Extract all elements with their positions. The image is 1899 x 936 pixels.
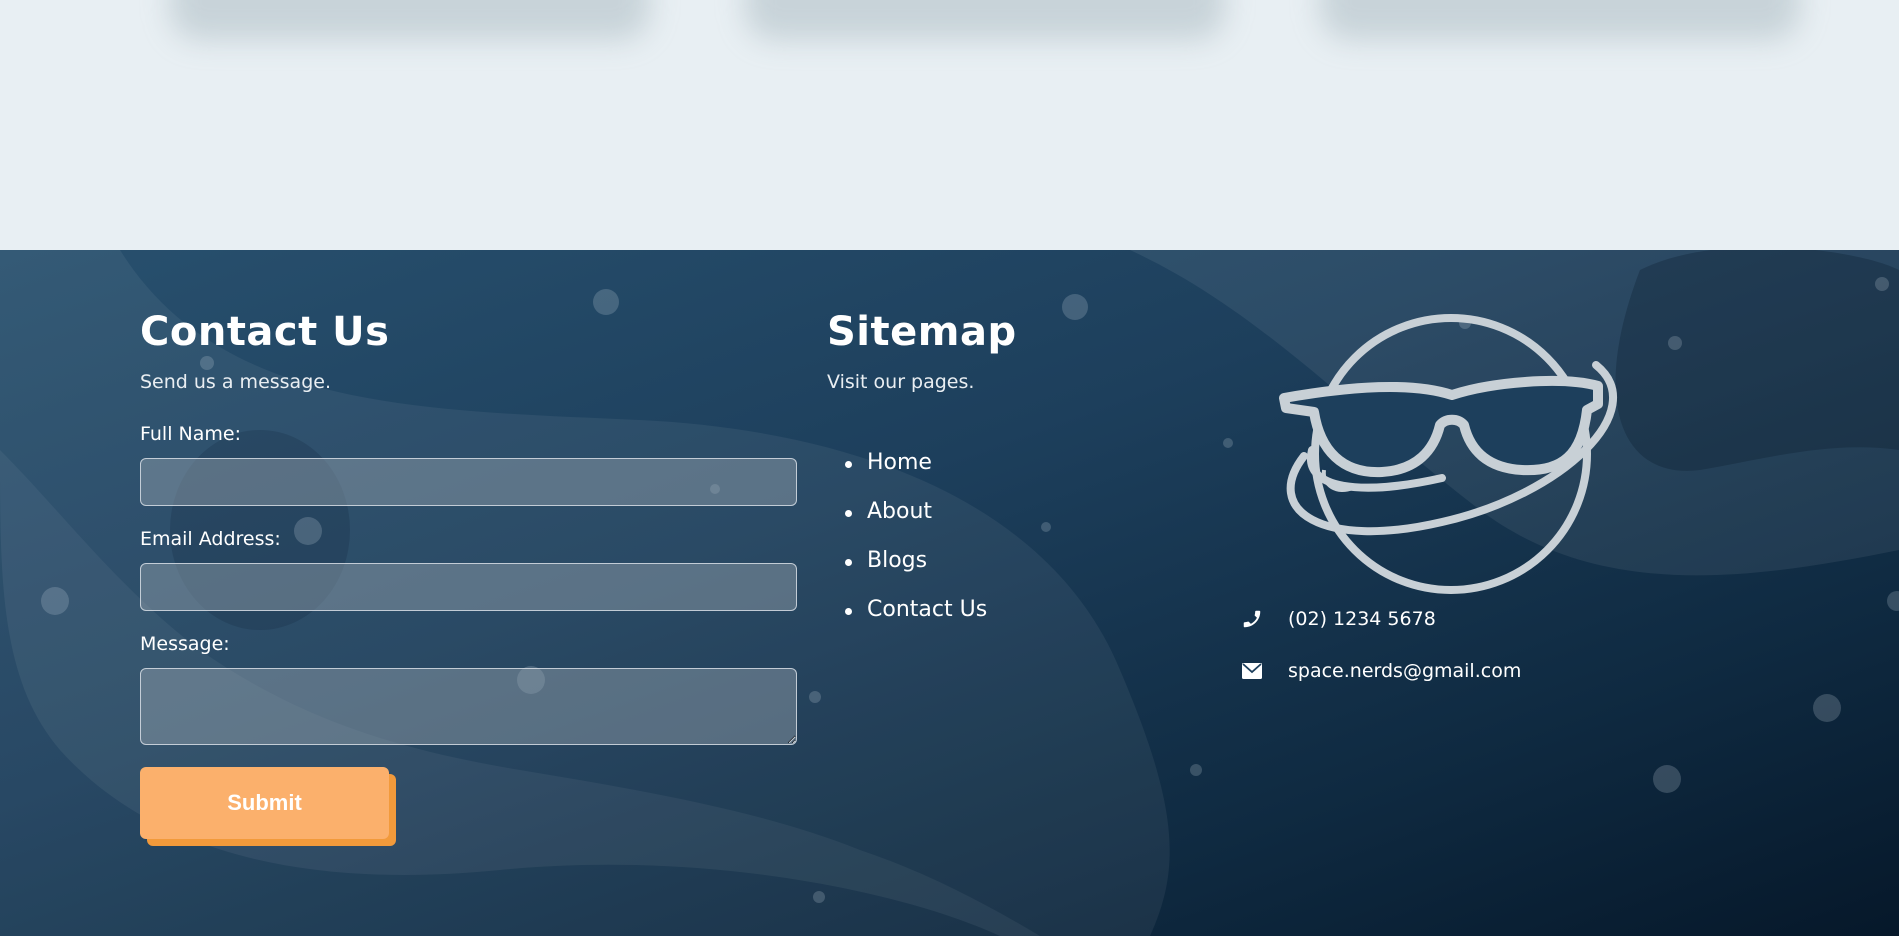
- planet-sunglasses-logo-icon: [1279, 314, 1617, 594]
- contact-title: Contact Us: [140, 309, 390, 355]
- sitemap-section: Sitemap Visit our pages. Home About Blog…: [827, 308, 1187, 647]
- card-shadow-3: [1320, 0, 1800, 40]
- sitemap-links: Home About Blogs Contact Us: [827, 451, 1187, 647]
- sitemap-item-home: Home: [827, 451, 1187, 500]
- sitemap-link-about[interactable]: About: [867, 499, 932, 524]
- sitemap-item-blogs: Blogs: [827, 549, 1187, 598]
- message-label: Message:: [140, 633, 230, 655]
- sitemap-link-blogs[interactable]: Blogs: [867, 548, 927, 573]
- sitemap-link-contact[interactable]: Contact Us: [867, 597, 987, 622]
- email-label: Email Address:: [140, 528, 281, 550]
- top-content-area: [0, 0, 1899, 250]
- email-address[interactable]: space.nerds@gmail.com: [1288, 660, 1521, 682]
- message-textarea[interactable]: [140, 668, 797, 745]
- contact-subtitle: Send us a message.: [140, 371, 331, 393]
- phone-row: (02) 1234 5678: [1238, 607, 1436, 631]
- submit-button-wrapper: Submit: [140, 767, 396, 847]
- phone-number: (02) 1234 5678: [1288, 608, 1436, 630]
- sitemap-subtitle: Visit our pages.: [827, 371, 975, 393]
- full-name-label: Full Name:: [140, 423, 241, 445]
- email-row: space.nerds@gmail.com: [1238, 659, 1521, 683]
- envelope-icon: [1238, 659, 1266, 683]
- sitemap-item-contact: Contact Us: [827, 598, 1187, 647]
- contact-section: Contact Us Send us a message. Full Name:…: [140, 308, 797, 847]
- email-input[interactable]: [140, 563, 797, 611]
- card-shadow-2: [745, 0, 1225, 40]
- phone-icon: [1238, 607, 1266, 631]
- sitemap-link-home[interactable]: Home: [867, 450, 932, 475]
- card-shadow-1: [170, 0, 650, 40]
- submit-button[interactable]: Submit: [140, 767, 389, 839]
- sitemap-title: Sitemap: [827, 309, 1017, 355]
- site-footer: Contact Us Send us a message. Full Name:…: [0, 250, 1899, 936]
- sitemap-item-about: About: [827, 500, 1187, 549]
- full-name-input[interactable]: [140, 458, 797, 506]
